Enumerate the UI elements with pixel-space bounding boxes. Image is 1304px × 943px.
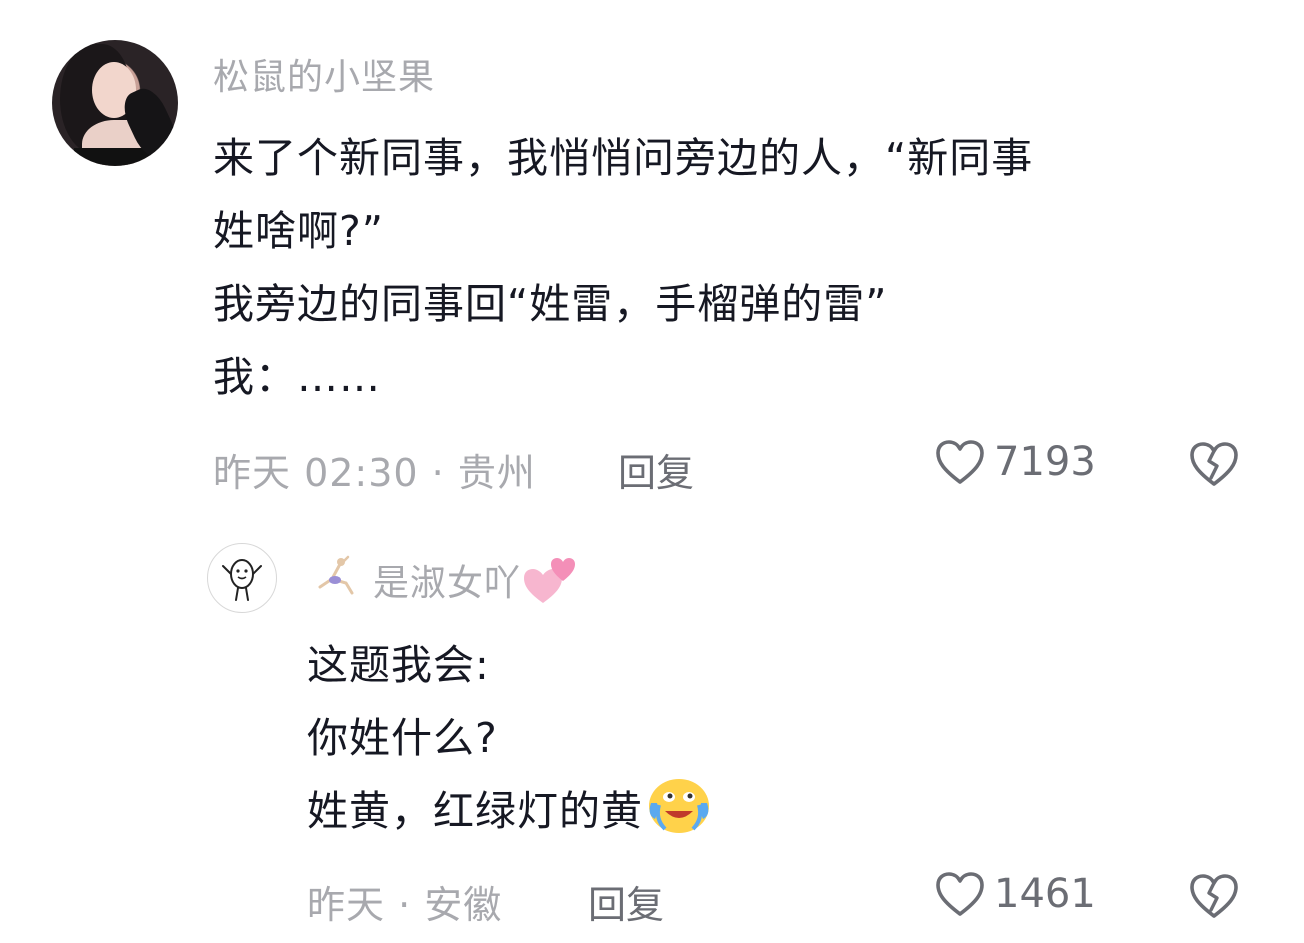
reply-reply-button[interactable]: 回复 <box>588 874 664 929</box>
reply-line: 姓黄，红绿灯的黄 <box>307 787 643 835</box>
broken-heart-icon <box>1190 874 1238 918</box>
like-button[interactable]: 7193 <box>934 438 1096 486</box>
comment-line: 姓啥啊?” <box>213 207 385 255</box>
reply-like-button[interactable]: 1461 <box>934 870 1096 918</box>
reply-like-count: 1461 <box>994 871 1096 917</box>
comment-line: 我旁边的同事回“姓雷，手榴弹的雷” <box>213 280 888 328</box>
heart-outline-icon <box>936 440 984 484</box>
comment-meta: 昨天 02:30 · 贵州 <box>213 451 536 495</box>
crying-laughing-emoji <box>649 779 709 833</box>
two-hearts-emoji <box>524 558 576 603</box>
reply-body: 这题我会: 你姓什么? 姓黄，红绿灯的黄 <box>307 629 713 848</box>
reply-username-wrap[interactable]: 是淑女吖 <box>373 553 579 607</box>
reply-line: 这题我会: <box>307 641 490 689</box>
dislike-button[interactable] <box>1188 440 1240 488</box>
comment-line: 我：…… <box>213 353 381 401</box>
reply-line: 你姓什么? <box>307 714 498 762</box>
broken-heart-icon <box>1190 442 1238 486</box>
heart-outline-icon <box>936 872 984 916</box>
reply-meta: 昨天 · 安徽 <box>307 883 503 927</box>
doodle-avatar-icon <box>222 559 262 601</box>
reply-username[interactable]: 是淑女吖 <box>373 554 521 606</box>
user-avatar[interactable] <box>52 40 178 166</box>
gymnast-badge-icon <box>308 553 358 603</box>
comment-line: 来了个新同事，我悄悄问旁边的人，“新同事 <box>213 134 1034 182</box>
comment-username[interactable]: 松鼠的小坚果 <box>213 48 435 100</box>
like-count: 7193 <box>994 439 1096 485</box>
reply-line-with-emoji: 姓黄，红绿灯的黄 <box>307 775 713 848</box>
reply-dislike-button[interactable] <box>1188 872 1240 920</box>
reply-button[interactable]: 回复 <box>618 442 694 497</box>
reply-user-avatar[interactable] <box>207 543 277 613</box>
comment-body: 来了个新同事，我悄悄问旁边的人，“新同事 姓啥啊?” 我旁边的同事回“姓雷，手榴… <box>213 122 1033 414</box>
